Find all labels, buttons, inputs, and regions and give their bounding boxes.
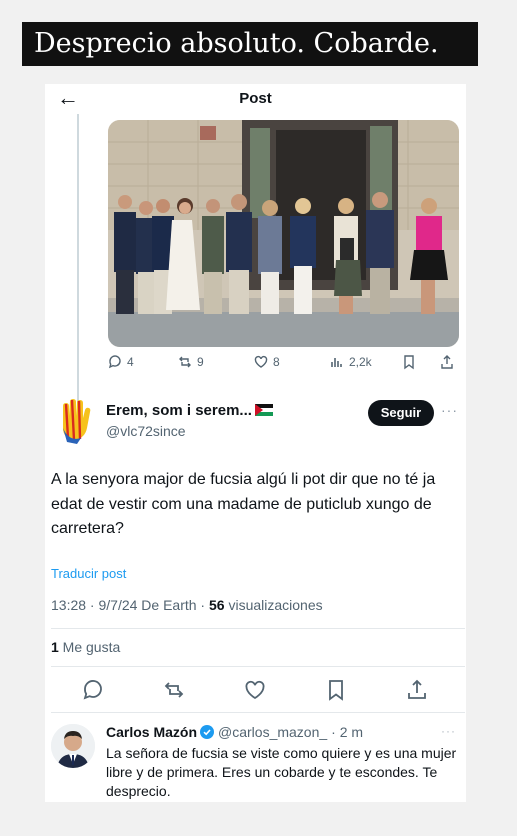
- palestine-flag-icon: [254, 404, 273, 416]
- share-icon[interactable]: [405, 678, 429, 702]
- like-metric[interactable]: 8: [253, 354, 280, 370]
- thread-line: [77, 114, 79, 414]
- views-label: visualizaciones: [224, 597, 323, 613]
- views-total[interactable]: 56: [209, 597, 225, 613]
- response-text: La señora de fucsia se viste como quiere…: [106, 745, 457, 799]
- more-options-icon[interactable]: ···: [441, 402, 458, 418]
- post-card: ← Post 4 9 8 2,2k Erem, som i serem... @…: [45, 84, 466, 802]
- like-count: 8: [273, 355, 280, 369]
- divider: [51, 628, 465, 629]
- avatar[interactable]: [57, 398, 93, 444]
- user-handle: @carlos_mazon_: [218, 724, 328, 740]
- post-text: A la senyora major de fucsia algú li pot…: [51, 471, 436, 537]
- top-bar: ← Post: [45, 84, 466, 114]
- heart-icon: [254, 355, 268, 368]
- analytics-icon: [331, 358, 342, 367]
- story-caption: Desprecio absoluto. Cobarde.: [22, 22, 478, 66]
- likes-label: Me gusta: [58, 639, 121, 655]
- response-tweet: Carlos Mazón @carlos_mazon_ · 2 m ··· La s…: [45, 714, 466, 802]
- reply-icon: [108, 355, 121, 369]
- post-meta: 13:28 · 9/7/24 De Earth · 56 visualizaci…: [51, 597, 323, 613]
- user-handle[interactable]: @vlc72since: [106, 423, 186, 439]
- likes-total: 1: [51, 639, 59, 655]
- repost-metric[interactable]: 9: [177, 354, 204, 370]
- divider: [51, 712, 465, 713]
- repost-count: 9: [197, 355, 204, 369]
- reply-count: 4: [127, 355, 134, 369]
- divider: [51, 666, 465, 667]
- views-metric[interactable]: 2,2k: [329, 354, 372, 370]
- share-metric[interactable]: [439, 354, 455, 370]
- post-metrics: 4 9 8 2,2k: [107, 354, 459, 376]
- repost-icon[interactable]: [162, 678, 186, 702]
- bookmark-metric[interactable]: [401, 354, 417, 370]
- avatar[interactable]: [51, 724, 95, 768]
- translate-link[interactable]: Traducir post: [51, 566, 126, 581]
- reply-metric[interactable]: 4: [107, 354, 134, 370]
- reply-icon[interactable]: [81, 678, 105, 702]
- share-icon: [441, 355, 453, 369]
- bookmark-icon[interactable]: [324, 678, 348, 702]
- views-count: 2,2k: [349, 355, 372, 369]
- display-name: Carlos Mazón: [106, 724, 198, 740]
- repost-icon: [179, 356, 191, 368]
- verified-badge-icon: [200, 725, 215, 739]
- likes-summary[interactable]: 1 Me gusta: [51, 639, 120, 655]
- post-time: · 2 m: [331, 724, 364, 740]
- person-figure: [114, 195, 136, 314]
- heart-icon[interactable]: [243, 678, 267, 702]
- more-options-icon[interactable]: ···: [441, 724, 456, 738]
- bookmark-icon: [404, 355, 414, 370]
- display-name[interactable]: Erem, som i serem...: [106, 402, 273, 419]
- action-bar: [45, 678, 466, 704]
- timestamp: 13:28 · 9/7/24 De Earth ·: [51, 597, 209, 613]
- follow-button[interactable]: Seguir: [368, 400, 434, 426]
- reply-author: Erem, som i serem... @vlc72since Seguir …: [45, 394, 466, 444]
- response-header[interactable]: Carlos Mazón @carlos_mazon_ · 2 m: [106, 724, 363, 740]
- post-photo[interactable]: [108, 120, 459, 347]
- page-title: Post: [239, 90, 272, 107]
